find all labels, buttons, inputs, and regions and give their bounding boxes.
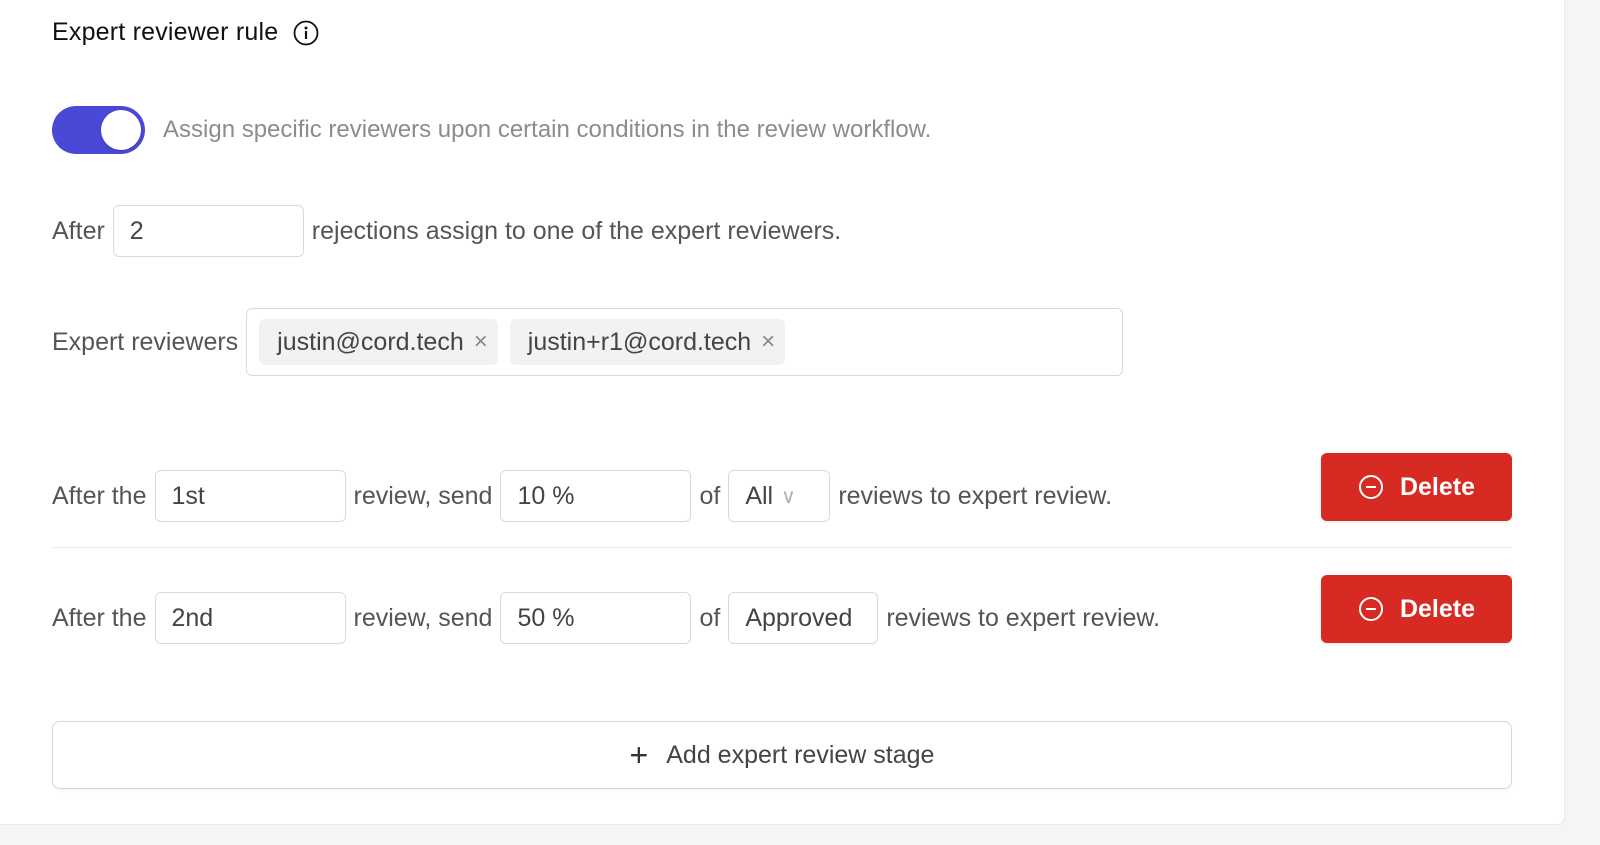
rejections-suffix: rejections assign to one of the expert r… — [311, 216, 842, 245]
expert-reviewers-row: Expert reviewers justin@cord.tech × just… — [52, 308, 1124, 376]
stage-of: of — [699, 603, 721, 632]
stage-suffix: reviews to expert review. — [838, 481, 1113, 510]
select-value: Approved — [745, 603, 853, 632]
chevron-down-icon: ∨ — [781, 485, 796, 508]
stage-row: After the 2nd review, send 50 % of Appro… — [52, 592, 1160, 644]
enable-expert-review-toggle[interactable] — [52, 106, 145, 154]
delete-stage-button[interactable]: Delete — [1321, 453, 1512, 521]
delete-stage-button[interactable]: Delete — [1321, 575, 1512, 643]
reviewer-tag: justin@cord.tech × — [259, 319, 498, 365]
stage-middle: review, send — [353, 603, 493, 632]
remove-tag-icon[interactable]: × — [761, 330, 775, 354]
remove-tag-icon[interactable]: × — [474, 330, 488, 354]
delete-label: Delete — [1399, 594, 1476, 623]
plus-icon: + — [629, 737, 649, 773]
section-header: Expert reviewer rule — [52, 18, 320, 47]
stage-divider — [52, 547, 1512, 548]
select-value: All — [745, 481, 774, 510]
expert-reviewer-rule-card: Expert reviewer rule Assign specific rev… — [0, 0, 1565, 825]
section-title: Expert reviewer rule — [52, 18, 279, 46]
toggle-description: Assign specific reviewers upon certain c… — [163, 116, 932, 143]
review-number-input[interactable]: 2nd — [154, 592, 346, 644]
rejections-count-input[interactable]: 2 — [112, 205, 304, 257]
review-number-input[interactable]: 1st — [154, 470, 346, 522]
expert-reviewers-label: Expert reviewers — [52, 327, 239, 356]
enable-row: Assign specific reviewers upon certain c… — [52, 106, 931, 154]
stage-middle: review, send — [353, 481, 493, 510]
percent-input[interactable]: 50 % — [500, 592, 692, 644]
stage-row: After the 1st review, send 10 % of All ∨… — [52, 470, 1112, 522]
rejections-row: After 2 rejections assign to one of the … — [52, 205, 841, 257]
review-filter-select[interactable]: Approved — [728, 592, 879, 644]
info-circle-icon[interactable] — [292, 19, 320, 47]
stage-of: of — [699, 481, 721, 510]
minus-circle-icon — [1358, 597, 1383, 621]
percent-input[interactable]: 10 % — [500, 470, 692, 522]
reviewer-email: justin+r1@cord.tech — [527, 327, 752, 356]
review-filter-select[interactable]: All ∨ — [728, 470, 831, 522]
reviewer-tag: justin+r1@cord.tech × — [509, 319, 786, 365]
minus-circle-icon — [1358, 475, 1383, 499]
reviewer-email: justin@cord.tech — [277, 327, 464, 356]
rejections-prefix: After — [52, 216, 105, 245]
delete-label: Delete — [1399, 472, 1476, 501]
add-expert-review-stage-button[interactable]: + Add expert review stage — [52, 721, 1512, 789]
stage-prefix: After the — [52, 481, 147, 510]
expert-reviewers-input[interactable]: justin@cord.tech × justin+r1@cord.tech × — [246, 308, 1124, 376]
toggle-knob — [101, 110, 141, 150]
add-stage-label: Add expert review stage — [666, 740, 935, 769]
stage-prefix: After the — [52, 603, 147, 632]
stage-suffix: reviews to expert review. — [886, 603, 1161, 632]
